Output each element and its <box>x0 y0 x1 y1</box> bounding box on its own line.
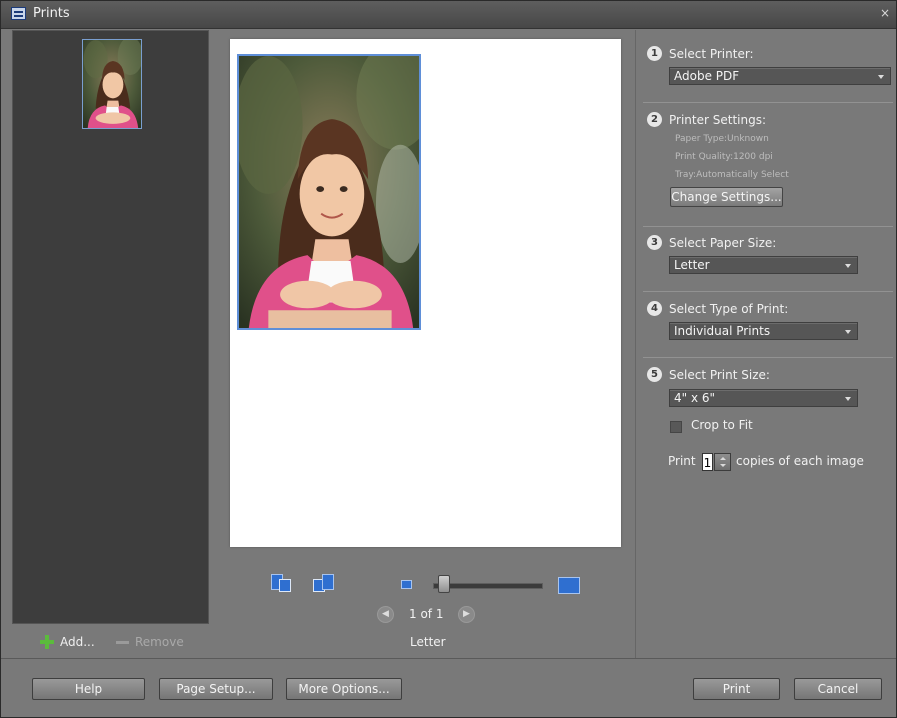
rotate-left-icon[interactable] <box>271 574 293 592</box>
print-size-section: 5 Select Print Size: <box>647 367 770 382</box>
print-size-select[interactable]: 4" x 6" <box>669 389 858 407</box>
paper-type-info: Paper Type:Unknown <box>675 134 769 144</box>
remove-label: Remove <box>135 635 184 649</box>
zoom-in-icon[interactable] <box>558 577 580 594</box>
crop-to-fit-checkbox[interactable] <box>670 421 682 433</box>
help-button[interactable]: Help <box>32 678 145 700</box>
selected-paper-size: Letter <box>674 258 710 272</box>
zoom-out-icon[interactable] <box>401 580 412 589</box>
selected-print-size: 4" x 6" <box>674 391 716 405</box>
add-label: Add... <box>60 635 95 649</box>
more-options-button[interactable]: More Options... <box>286 678 402 700</box>
divider <box>643 291 893 292</box>
section-heading: Select Type of Print: <box>669 301 789 316</box>
girl-photo-thumbnail-image <box>83 40 141 128</box>
section-heading: Printer Settings: <box>669 112 766 127</box>
selected-print-type: Individual Prints <box>674 324 771 338</box>
print-type-select[interactable]: Individual Prints <box>669 322 858 340</box>
zoom-slider-handle[interactable] <box>437 575 450 593</box>
photo-thumbnail[interactable] <box>82 39 142 129</box>
step-number: 2 <box>647 112 662 127</box>
page-indicator: 1 of 1 <box>409 607 444 621</box>
close-icon[interactable]: × <box>880 6 890 20</box>
paper-size-section: 3 Select Paper Size: <box>647 235 776 250</box>
paper-size-select[interactable]: Letter <box>669 256 858 274</box>
page-setup-button[interactable]: Page Setup... <box>159 678 273 700</box>
print-button[interactable]: Print <box>693 678 780 700</box>
step-number: 3 <box>647 235 662 250</box>
copies-stepper[interactable] <box>714 453 731 471</box>
divider <box>643 357 893 358</box>
chevron-down-icon <box>845 397 851 401</box>
chevron-down-icon <box>845 330 851 334</box>
divider <box>643 226 893 227</box>
print-copies-label: Print <box>668 454 696 468</box>
page-navigator: ◀ 1 of 1 ▶ <box>377 606 477 624</box>
step-number: 1 <box>647 46 662 61</box>
thumbnail-pane <box>12 30 209 624</box>
divider <box>643 102 893 103</box>
window-title: Prints <box>33 6 70 21</box>
chevron-down-icon <box>845 264 851 268</box>
previous-page-icon[interactable]: ◀ <box>377 606 394 623</box>
chevron-down-icon <box>878 75 884 79</box>
rotate-right-icon[interactable] <box>313 574 335 592</box>
preview-photo[interactable] <box>237 54 421 330</box>
plus-icon <box>40 635 54 649</box>
panel-divider <box>635 30 636 658</box>
prints-app-icon <box>11 7 26 20</box>
printer-settings-section: 2 Printer Settings: <box>647 112 766 127</box>
chevron-down-icon <box>720 464 726 467</box>
thumbnail-pane-footer: Add... Remove <box>12 627 209 657</box>
print-quality-info: Print Quality:1200 dpi <box>675 152 773 162</box>
tray-info: Tray:Automatically Select <box>675 170 789 180</box>
paper-size-label: Letter <box>410 635 446 649</box>
print-preview-page <box>230 39 621 547</box>
footer-divider <box>1 658 896 659</box>
selected-printer: Adobe PDF <box>674 69 740 83</box>
remove-photo-button[interactable]: Remove <box>116 635 184 649</box>
copies-suffix-label: copies of each image <box>736 454 864 468</box>
print-type-section: 4 Select Type of Print: <box>647 301 788 316</box>
section-heading: Select Print Size: <box>669 367 770 382</box>
section-heading: Select Printer: <box>669 46 754 61</box>
cancel-button[interactable]: Cancel <box>794 678 882 700</box>
minus-icon <box>116 640 129 644</box>
change-settings-button[interactable]: Change Settings... <box>670 187 783 207</box>
chevron-up-icon <box>720 457 726 460</box>
section-heading: Select Paper Size: <box>669 235 777 250</box>
girl-photo-image <box>239 56 419 328</box>
select-printer-section: 1 Select Printer: <box>647 46 754 61</box>
step-number: 5 <box>647 367 662 382</box>
prints-dialog: Prints × Add... Remove ◀ 1 of 1 ▶ Letter… <box>0 0 897 718</box>
crop-to-fit-label: Crop to Fit <box>691 418 753 432</box>
next-page-icon[interactable]: ▶ <box>458 606 475 623</box>
add-photo-button[interactable]: Add... <box>40 635 95 649</box>
step-number: 4 <box>647 301 662 316</box>
title-bar: Prints × <box>1 1 896 29</box>
copies-input[interactable]: 1 <box>702 453 713 471</box>
printer-select[interactable]: Adobe PDF <box>669 67 891 85</box>
